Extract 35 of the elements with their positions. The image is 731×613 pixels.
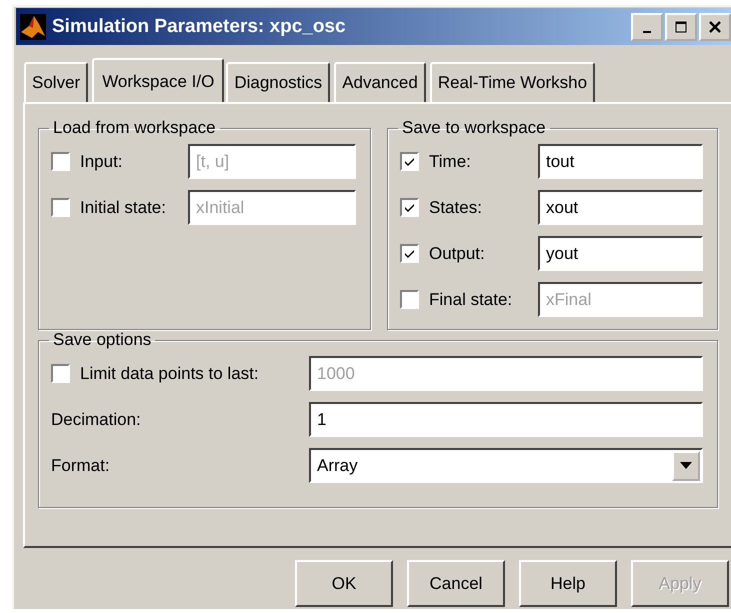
input-field[interactable]: 1 bbox=[309, 402, 703, 437]
dialog-button[interactable]: Help bbox=[519, 560, 617, 607]
dialog-button[interactable]: Cancel bbox=[407, 560, 505, 607]
maximize-button[interactable] bbox=[665, 12, 697, 40]
input-field[interactable]: xout bbox=[538, 190, 703, 225]
input-field[interactable]: tout bbox=[538, 144, 703, 179]
field-label: Input: bbox=[80, 152, 123, 172]
group-title: Save options bbox=[52, 330, 152, 350]
group-title: Load from workspace bbox=[52, 118, 217, 138]
peak-logo-icon bbox=[20, 14, 46, 40]
field-label: Time: bbox=[429, 152, 471, 172]
window-title: Simulation Parameters: xpc_osc bbox=[52, 16, 346, 38]
close-icon bbox=[708, 20, 722, 34]
input-field[interactable]: yout bbox=[538, 236, 703, 271]
tab[interactable]: Advanced bbox=[334, 62, 426, 102]
dialog-button[interactable]: OK bbox=[295, 560, 393, 607]
field-label: Final state: bbox=[429, 290, 512, 310]
tab[interactable]: Real-Time Worksho bbox=[430, 62, 596, 102]
minimize-icon bbox=[643, 30, 651, 32]
field-label: Initial state: bbox=[80, 198, 166, 218]
format-dropdown[interactable]: Array bbox=[309, 448, 703, 483]
maximize-icon bbox=[675, 20, 687, 32]
checkbox[interactable] bbox=[400, 198, 419, 217]
group-title: Save to workspace bbox=[401, 118, 547, 138]
checkbox[interactable] bbox=[400, 244, 419, 263]
tab[interactable]: Diagnostics bbox=[226, 62, 330, 102]
tab[interactable]: Workspace I/O bbox=[92, 58, 224, 102]
close-button[interactable] bbox=[699, 12, 731, 40]
field-label: States: bbox=[429, 198, 482, 218]
tab[interactable]: Solver bbox=[24, 62, 88, 102]
checkbox[interactable] bbox=[400, 152, 419, 171]
field-label: Output: bbox=[429, 244, 485, 264]
field-label: Limit data points to last: bbox=[80, 364, 259, 384]
field-label: Decimation: bbox=[51, 410, 141, 430]
field-label: Format: bbox=[51, 456, 110, 476]
